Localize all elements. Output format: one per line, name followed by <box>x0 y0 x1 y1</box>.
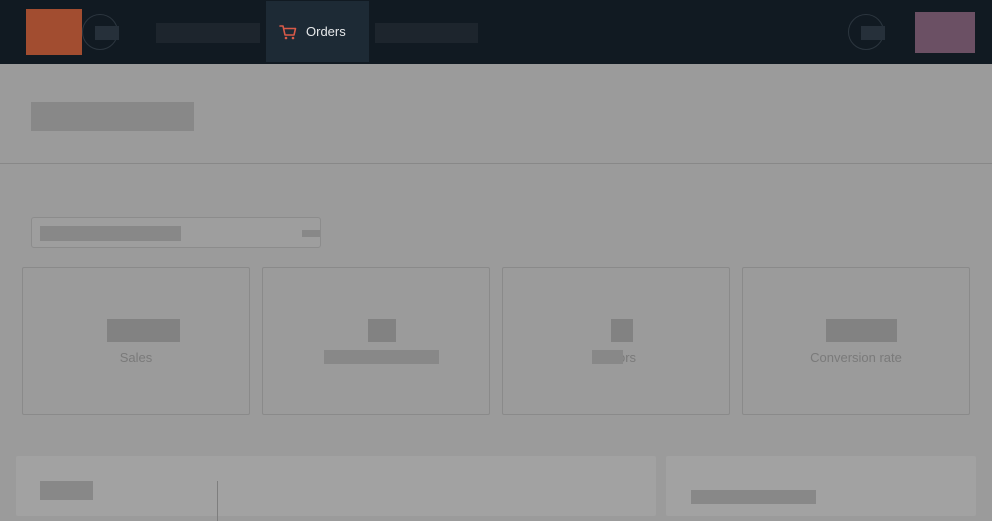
app-logo[interactable] <box>26 9 82 55</box>
top-navigation-bar: Orders <box>0 0 992 64</box>
user-avatar[interactable] <box>915 12 975 53</box>
metric-label: Sales <box>119 350 153 365</box>
menu-toggle-button[interactable] <box>82 14 119 50</box>
metric-card-conversion-rate[interactable]: Conversion rate <box>742 267 970 415</box>
metric-value-placeholder <box>611 319 633 342</box>
metric-card-sales[interactable]: Sales <box>22 267 250 415</box>
notifications-button[interactable] <box>848 14 885 50</box>
date-range-placeholder <box>40 226 181 241</box>
chart-panel <box>16 456 656 521</box>
metric-value-placeholder <box>368 319 396 342</box>
nav-item-placeholder[interactable] <box>375 23 478 43</box>
menu-icon <box>95 26 119 40</box>
page-title-placeholder <box>31 102 194 131</box>
metric-card-2[interactable] <box>262 267 490 415</box>
chevron-down-icon <box>302 230 320 237</box>
side-panel <box>666 456 976 516</box>
date-range-selector[interactable] <box>31 217 321 248</box>
page-header <box>0 64 992 164</box>
metric-label-placeholder <box>324 350 439 364</box>
nav-item-orders[interactable]: Orders <box>266 1 369 62</box>
panel-title-placeholder <box>691 490 816 504</box>
panel-title-placeholder <box>40 481 93 500</box>
nav-item-orders-label: Orders <box>306 24 346 39</box>
metric-value-placeholder <box>826 319 897 342</box>
metric-value-placeholder <box>107 319 180 342</box>
metric-label: Conversion rate <box>810 350 902 365</box>
shopping-cart-icon <box>279 24 297 39</box>
metric-label-placeholder <box>592 350 623 364</box>
bell-icon <box>861 26 885 40</box>
panel-divider <box>217 481 218 521</box>
nav-item-placeholder[interactable] <box>156 23 260 43</box>
metric-card-visitors[interactable]: ors <box>502 267 730 415</box>
